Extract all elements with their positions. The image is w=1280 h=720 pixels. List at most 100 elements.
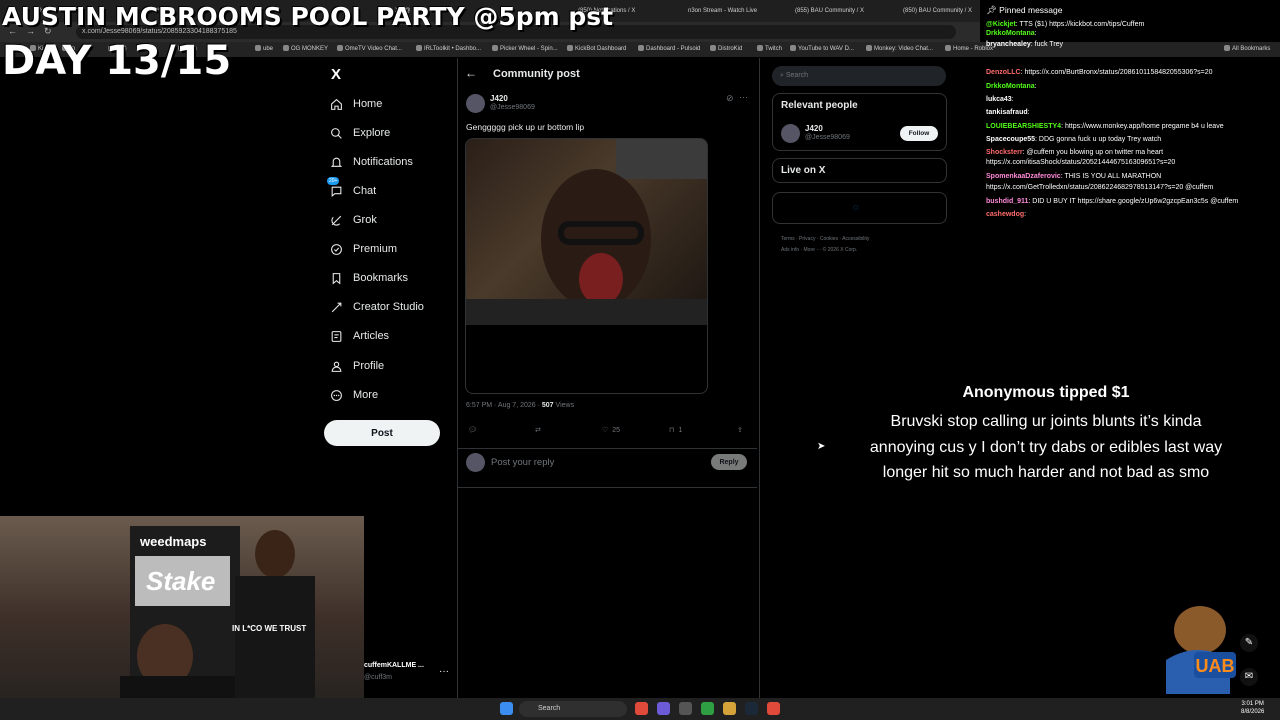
nav-item-articles[interactable]: Articles <box>330 324 389 348</box>
bookmark-item[interactable]: Twitch <box>757 44 782 55</box>
banner-text: weedmaps <box>140 534 207 549</box>
creator-studio-icon <box>330 301 343 314</box>
tip-alert-message: Bruvski stop calling ur joints blunts it… <box>869 413 1223 481</box>
bookmark-item[interactable]: KickBot Dashboard <box>567 44 626 55</box>
app-icon[interactable] <box>701 702 714 715</box>
post-meta: 6:57 PM · Aug 7, 2026 · 507 Views <box>466 402 575 409</box>
more-options-icon[interactable]: ··· <box>739 92 748 102</box>
chat-message: SpomenkaaDzaferovic: THIS IS YOU ALL MAR… <box>986 173 1162 180</box>
relevant-people-title: Relevant people <box>781 100 858 111</box>
share-icon: ⇪ <box>737 427 743 434</box>
nav-item-notifications[interactable]: Notifications <box>330 150 413 174</box>
nav-item-home[interactable]: Home <box>330 92 382 116</box>
views-count: 507 <box>541 402 554 409</box>
bookmark-icon: ⊓ <box>669 427 675 434</box>
browser-tab[interactable]: n3on Stream - Watch Live <box>688 3 773 19</box>
bookmark-item[interactable]: Monkey: Video Chat... <box>866 44 933 55</box>
share-action[interactable]: ⇪ <box>737 426 743 434</box>
bookmark-item[interactable]: IRLToolkit • Dashbo... <box>416 44 481 55</box>
nav-item-more[interactable]: More <box>330 383 378 407</box>
chat-message: tankisafraud: <box>986 109 1030 116</box>
avatar[interactable] <box>466 94 485 113</box>
nav-item-bookmarks[interactable]: Bookmarks <box>330 266 408 290</box>
loading-box: ◌ <box>772 192 947 224</box>
chat-message: DrkkoMontana: <box>986 83 1037 90</box>
bookmark-item[interactable]: ube <box>255 44 273 55</box>
taskbar-clock[interactable]: 3:01 PM 8/8/2026 <box>1241 700 1264 716</box>
nav-label: Articles <box>353 330 390 342</box>
back-arrow-icon[interactable]: ← <box>465 66 477 80</box>
nav-item-creator-studio[interactable]: Creator Studio <box>330 295 424 319</box>
home-icon <box>330 98 343 111</box>
post-media[interactable] <box>465 138 708 394</box>
bookmark-item[interactable]: Dashboard - Pulsoid <box>638 44 700 55</box>
grok-icon[interactable]: ⊘ <box>726 93 734 104</box>
nav-label: Grok <box>353 214 377 226</box>
like-action[interactable]: ♡ 25 <box>602 426 620 435</box>
account-more-icon[interactable]: ··· <box>439 666 449 677</box>
loading-spinner-icon: ◌ <box>853 202 859 212</box>
bookmark-icon <box>330 272 343 285</box>
chrome-icon[interactable] <box>767 702 780 715</box>
app-icon[interactable] <box>679 702 692 715</box>
steam-icon[interactable] <box>745 702 758 715</box>
bookmark-item[interactable]: YouTube to WAV D... <box>790 44 854 55</box>
footer-links[interactable]: Ads info · More ··· © 2026 X Corp. <box>781 247 857 253</box>
discord-icon[interactable] <box>657 702 670 715</box>
chat-message: Shocksterr: @cuffem you blowing up on tw… <box>986 149 1164 156</box>
file-explorer-icon[interactable] <box>723 702 736 715</box>
browser-tab[interactable]: (855) BAU Community / X <box>795 3 875 19</box>
person-handle[interactable]: @Jesse98069 <box>805 134 850 141</box>
nav-item-profile[interactable]: Profile <box>330 354 384 378</box>
repost-action[interactable]: ⇄ <box>535 426 541 434</box>
grok-icon <box>330 214 343 227</box>
stream-title-overlay: AUSTIN MCBROOMS POOL PARTY @5pm pst <box>2 2 614 31</box>
pencil-icon[interactable]: ✎ <box>1240 634 1258 652</box>
nav-item-premium[interactable]: Premium <box>330 237 397 261</box>
search-input[interactable]: ⌕ Search <box>772 66 946 86</box>
post-image[interactable] <box>466 139 707 325</box>
bookmark-item[interactable]: OG MONKEY <box>283 44 328 55</box>
mouse-cursor-icon: ➤ <box>817 441 826 452</box>
nav-item-grok[interactable]: Grok <box>330 208 377 232</box>
reply-composer <box>458 448 757 488</box>
banner-text: Stake <box>146 566 216 596</box>
articles-icon <box>330 330 343 343</box>
x-logo-icon[interactable]: X <box>331 66 341 83</box>
author-handle[interactable]: @Jesse98069 <box>490 104 535 111</box>
message-icon[interactable]: ✉ <box>1240 668 1258 686</box>
pinned-message-label: 📌︎ Pinned message <box>986 5 1063 15</box>
chat-message: cashewdog: <box>986 211 1027 218</box>
bookmark-item[interactable]: OmeTV Video Chat... <box>337 44 402 55</box>
search-icon <box>330 127 343 140</box>
person-name[interactable]: J420 <box>805 124 823 133</box>
account-name[interactable]: cuffemKALLME ... <box>364 662 424 669</box>
post-button[interactable]: Post <box>324 420 440 446</box>
nav-item-explore[interactable]: Explore <box>330 121 390 145</box>
author-name[interactable]: J420 <box>490 94 508 103</box>
heart-icon: ♡ <box>602 427 609 434</box>
footer-links[interactable]: Terms · Privacy · Cookies · Accessibilit… <box>781 236 869 242</box>
chat-message: Spacecoupe55: DDG gonna fuck u up today … <box>986 136 1162 143</box>
post-text: Genggggg pick up ur bottom lip <box>466 122 585 132</box>
account-handle[interactable]: @cuff3m <box>364 674 392 681</box>
bookmark-item[interactable]: DistroKid <box>710 44 742 55</box>
reply-button[interactable]: Reply <box>711 454 747 470</box>
follow-button[interactable]: Follow <box>900 126 938 141</box>
chat-message: DrkkoMontana: <box>986 30 1037 37</box>
avatar[interactable] <box>781 124 800 143</box>
chat-message: LOUIEBEARSHIESTY4: https://www.monkey.ap… <box>986 123 1224 130</box>
chat-message: https://x.com/GetTrolledxn/status/208622… <box>986 184 1214 191</box>
windows-start-icon[interactable] <box>500 702 513 715</box>
reply-input[interactable]: Post your reply <box>491 457 554 468</box>
taskbar-search[interactable]: Search <box>519 701 627 717</box>
nav-label: Profile <box>353 360 385 372</box>
page-title: Community post <box>493 68 580 80</box>
nav-item-chat[interactable]: 20+ Chat <box>327 176 376 203</box>
bell-icon <box>330 156 343 169</box>
bookmark-item[interactable]: Picker Wheel - Spin... <box>492 44 558 55</box>
reply-action[interactable]: 💬︎ <box>468 426 477 434</box>
browser-tab[interactable]: (850) BAU Community / X <box>903 3 978 19</box>
chrome-icon[interactable] <box>635 702 648 715</box>
bookmark-action[interactable]: ⊓ 1 <box>669 426 682 435</box>
